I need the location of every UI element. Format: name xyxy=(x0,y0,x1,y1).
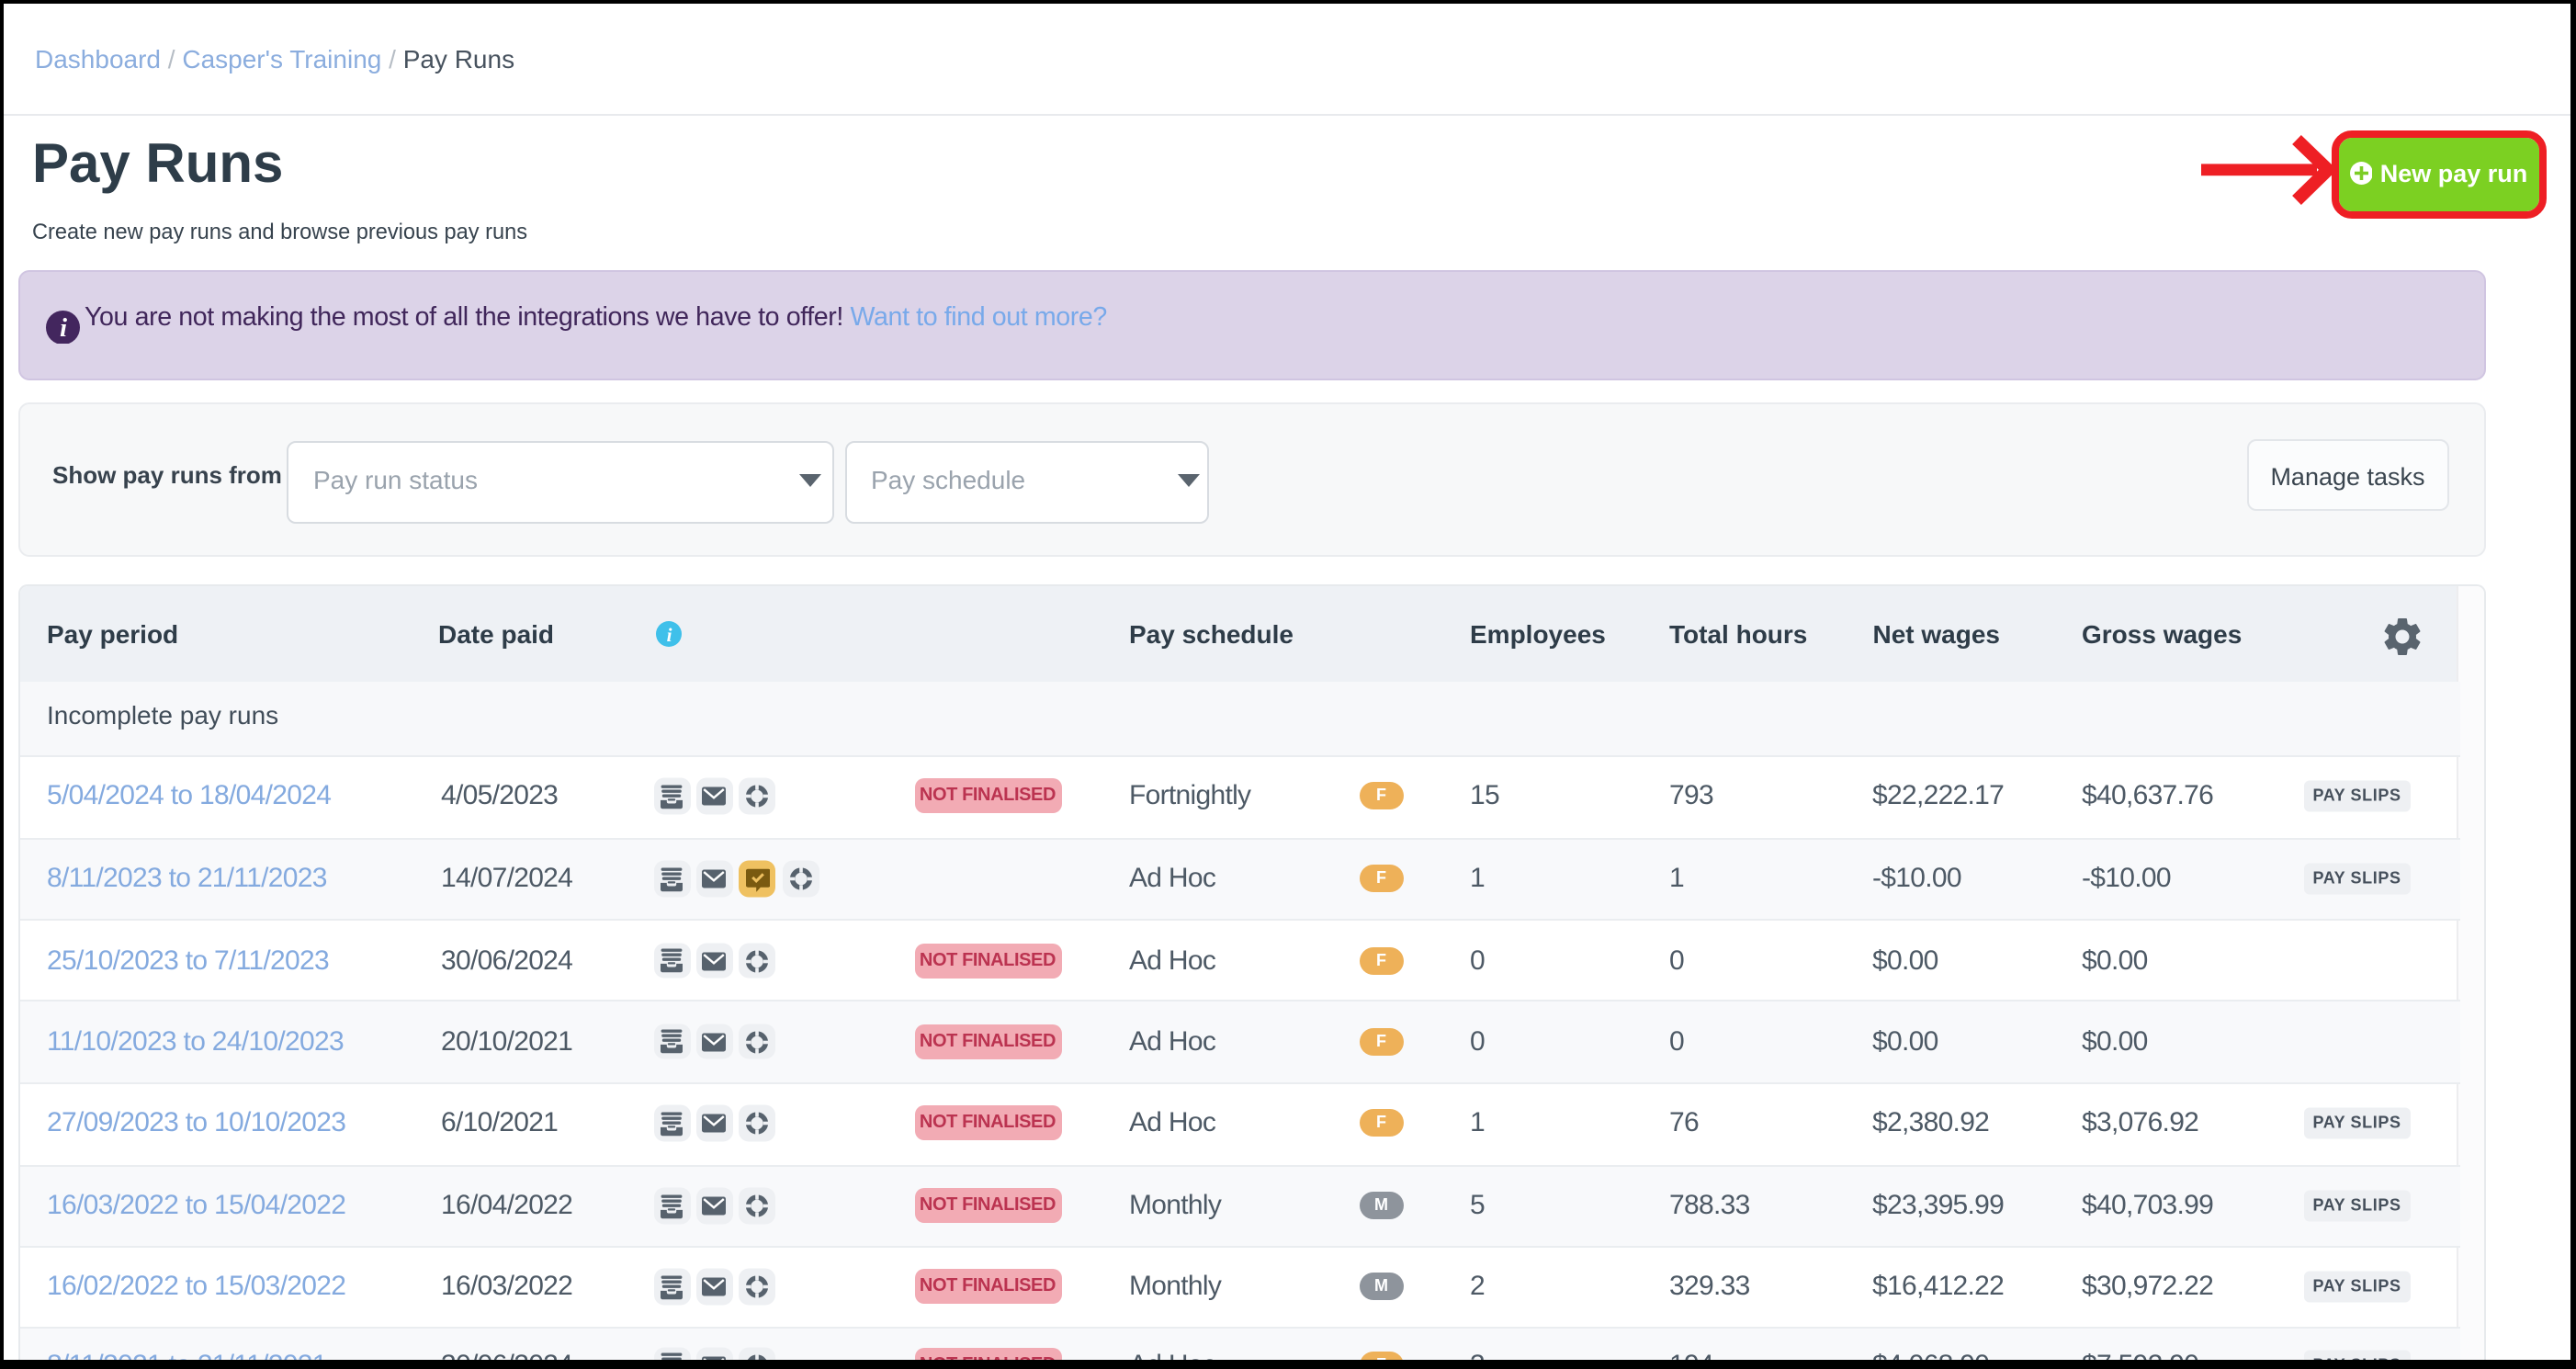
svg-text:i: i xyxy=(666,623,672,645)
svg-text:i: i xyxy=(60,312,67,342)
